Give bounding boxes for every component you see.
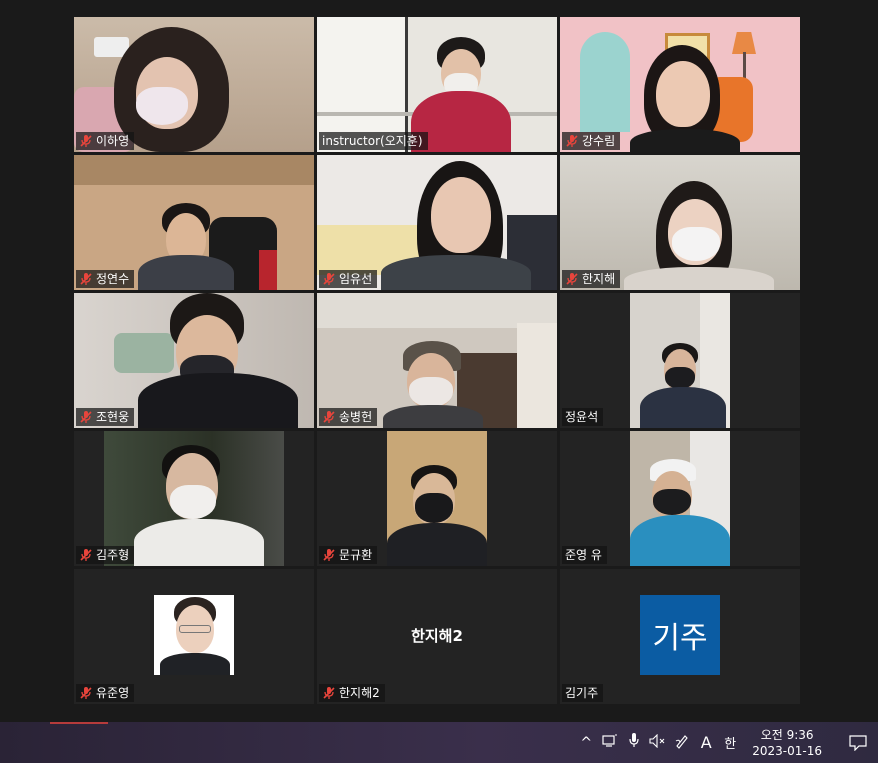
mic-muted-icon [566,273,578,285]
participant-name: 유준영 [96,686,130,700]
video-tile-6[interactable]: 조현웅 [74,293,314,428]
taskbar-active-indicator [50,722,108,724]
profile-logo: 기주 [640,595,720,675]
video-tile-4[interactable]: 임유선 [317,155,557,290]
video-tile-5[interactable]: 한지해 [560,155,800,290]
clock[interactable]: 오전 9:36 2023-01-16 [752,727,822,759]
participant-name: 준영 유 [565,548,602,562]
chevron-up-icon[interactable]: ^ [574,735,598,751]
participant-name-label: 강수림 [562,132,621,150]
video-feed [630,293,730,428]
participant-name-label: 정연수 [76,270,135,288]
video-tile-2[interactable]: 강수림 [560,17,800,152]
system-tray: ^ A 한 오전 9:36 2023-01-16 [574,722,878,763]
volume-muted-icon[interactable] [646,733,670,752]
participant-name-label: 김주형 [76,546,135,564]
taskbar: ^ A 한 오전 9:36 2023-01-16 [0,722,878,763]
ime-indicator[interactable]: 한 [718,733,742,752]
participant-name: 이하영 [96,134,130,148]
participant-name: 김기주 [565,686,599,700]
participant-name-label: instructor(오지훈) [319,132,428,150]
participant-name-label: 이하영 [76,132,135,150]
participant-name: instructor(오지훈) [322,134,423,148]
notification-icon[interactable] [838,722,878,763]
video-tile-11[interactable]: 준영 유 [560,431,800,566]
participant-name: 김주형 [96,548,130,562]
video-feed [387,431,487,566]
participant-name: 조현웅 [96,410,130,424]
video-tile-7[interactable]: 송병헌 [317,293,557,428]
participant-name: 한지해 [582,272,616,286]
profile-photo [154,595,234,675]
mic-muted-icon [80,411,92,423]
participant-name: 강수림 [582,134,616,148]
video-tile-10[interactable]: 문규환 [317,431,557,566]
participant-name-label: 준영 유 [562,546,607,564]
mic-muted-icon [80,273,92,285]
participant-name-label: 한지해2 [319,684,385,702]
participant-name-label: 문규환 [319,546,378,564]
mic-muted-icon [80,549,92,561]
mic-muted-icon [323,411,335,423]
participant-name-label: 조현웅 [76,408,135,426]
mic-muted-icon [323,687,335,699]
mic-muted-icon [323,273,335,285]
clock-time: 오전 9:36 [760,727,814,742]
video-tile-3[interactable]: 정연수 [74,155,314,290]
network-icon[interactable] [598,734,622,752]
participant-name: 정윤석 [565,410,599,424]
participant-name-label: 김기주 [562,684,604,702]
video-tile-13[interactable]: 한지해2 한지해2 [317,569,557,704]
video-tile-8[interactable]: 정윤석 [560,293,800,428]
mic-muted-icon [80,687,92,699]
participant-name: 정연수 [96,272,130,286]
participant-name-label: 한지해 [562,270,621,288]
video-off-name: 한지해2 [411,627,463,645]
participant-name: 문규환 [339,548,373,562]
video-tile-12[interactable]: 유준영 [74,569,314,704]
participant-name-label: 송병헌 [319,408,378,426]
clock-date: 2023-01-16 [752,743,822,758]
video-tile-14[interactable]: 기주 김기주 [560,569,800,704]
language-indicator[interactable]: A [694,733,718,752]
zoom-gallery-view: 이하영 instructor(오지훈) 강수림 정연수 임유선 한지해 조현웅 … [0,0,878,722]
mic-muted-icon [566,135,578,147]
participant-name: 한지해2 [339,686,380,700]
pen-icon[interactable] [670,733,694,753]
video-tile-1[interactable]: instructor(오지훈) [317,17,557,152]
participant-name-label: 정윤석 [562,408,604,426]
mic-muted-icon [80,135,92,147]
participant-name-label: 임유선 [319,270,378,288]
participant-name: 임유선 [339,272,373,286]
participant-name-label: 유준영 [76,684,135,702]
video-tile-9[interactable]: 김주형 [74,431,314,566]
video-feed [630,431,730,566]
participant-name: 송병헌 [339,410,373,424]
video-tile-0[interactable]: 이하영 [74,17,314,152]
mic-muted-icon [323,549,335,561]
microphone-icon[interactable] [622,733,646,752]
